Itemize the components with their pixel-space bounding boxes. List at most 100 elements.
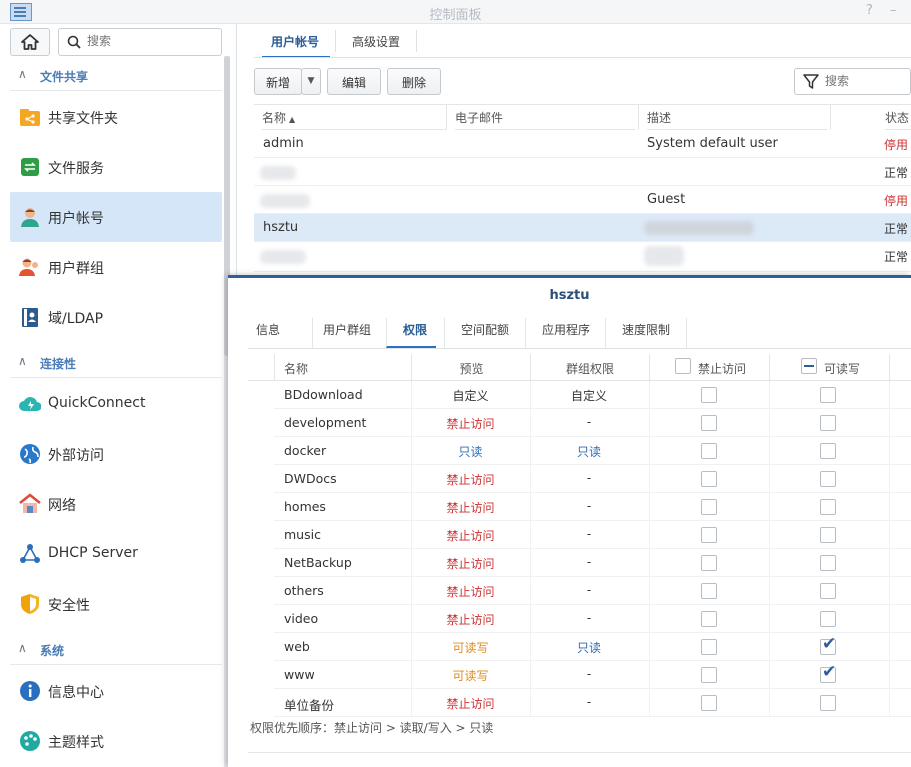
sidebar-item[interactable]: DHCP Server [10, 529, 222, 579]
sidebar-item[interactable]: QuickConnect [10, 379, 222, 429]
group-permission: 自定义 [570, 389, 607, 403]
read-write-checkbox[interactable] [820, 387, 836, 403]
preview-permission: 禁止访问 [446, 417, 495, 431]
tab-applications[interactable]: 应用程序 [525, 318, 597, 348]
help-button[interactable]: ? [866, 3, 873, 18]
deny-all-checkbox[interactable] [675, 358, 691, 374]
deny-checkbox[interactable] [701, 499, 717, 515]
table-row[interactable]: admin System default user 停用 [254, 130, 911, 158]
table-row[interactable]: 正常 [254, 242, 911, 272]
sidebar-search-box[interactable] [58, 28, 222, 56]
read-write-checkbox[interactable] [820, 583, 836, 599]
deny-checkbox[interactable] [701, 583, 717, 599]
permission-row[interactable]: www 可读写 - ✔ [274, 661, 911, 689]
column-header-share-name[interactable]: 名称 [284, 354, 404, 381]
column-header-read-write[interactable]: 可读写 [770, 354, 889, 381]
indeterminate-icon [804, 365, 814, 367]
tab-info[interactable]: 信息 [256, 318, 298, 348]
permission-row[interactable]: 单位备份 禁止访问 - [274, 689, 911, 717]
preview-permission: 自定义 [452, 389, 489, 403]
checkmark-icon: ✔ [822, 662, 837, 682]
deny-checkbox[interactable] [701, 527, 717, 543]
sidebar-item[interactable]: 外部访问 [10, 429, 222, 479]
tab-speed-limit[interactable]: 速度限制 [605, 318, 687, 348]
file-services-icon [21, 158, 39, 176]
permission-row[interactable]: docker 只读 只读 [274, 437, 911, 465]
group-permission: - [586, 471, 592, 485]
user-name: hsztu [263, 220, 299, 235]
quickconnect-icon [19, 397, 41, 411]
deny-checkbox[interactable] [701, 639, 717, 655]
permission-row[interactable]: development 禁止访问 - [274, 409, 911, 437]
table-row[interactable]: 正常 [254, 158, 911, 186]
read-write-checkbox[interactable]: ✔ [820, 663, 836, 683]
read-write-checkbox[interactable] [820, 695, 836, 711]
deny-checkbox[interactable] [701, 611, 717, 627]
read-write-checkbox[interactable] [820, 611, 836, 627]
column-header-group-permission[interactable]: 群组权限 [531, 354, 649, 381]
sidebar-item[interactable]: 主题样式 [10, 716, 222, 766]
edit-button[interactable]: 编辑 [327, 68, 381, 95]
read-write-checkbox[interactable] [820, 499, 836, 515]
sidebar-item[interactable]: 用户帐号 [10, 192, 222, 242]
add-button[interactable]: 新增 [254, 68, 302, 95]
permission-row[interactable]: video 禁止访问 - [274, 605, 911, 633]
permission-row[interactable]: others 禁止访问 - [274, 577, 911, 605]
sidebar-item[interactable]: 网络 [10, 479, 222, 529]
column-header-status[interactable]: 状态 [885, 104, 911, 130]
sidebar-section-header[interactable]: ∧ 连接性 [10, 348, 222, 378]
deny-checkbox[interactable] [701, 555, 717, 571]
add-dropdown-button[interactable]: ▼ [301, 68, 321, 95]
column-header-email[interactable]: 电子邮件 [455, 104, 635, 130]
permission-row[interactable]: homes 禁止访问 - [274, 493, 911, 521]
table-row-selected[interactable]: hsztu 正常 [254, 214, 911, 242]
sidebar-item[interactable]: 安全性 [10, 579, 222, 629]
sidebar-section-header[interactable]: ∧ 文件共享 [10, 61, 222, 91]
domain-icon [22, 308, 38, 327]
permission-row[interactable]: DWDocs 禁止访问 - [274, 465, 911, 493]
sidebar-item[interactable]: 域/LDAP [10, 292, 222, 342]
table-row[interactable]: Guest 停用 [254, 186, 911, 214]
preview-permission: 禁止访问 [446, 697, 495, 711]
column-header-description[interactable]: 描述 [647, 104, 827, 130]
sidebar-item[interactable]: 文件服务 [10, 142, 222, 192]
read-write-checkbox[interactable] [820, 471, 836, 487]
deny-checkbox[interactable] [701, 415, 717, 431]
sidebar-item[interactable]: 用户群组 [10, 242, 222, 292]
read-write-checkbox[interactable] [820, 527, 836, 543]
tab-advanced-settings[interactable]: 高级设置 [343, 28, 417, 58]
permission-row[interactable]: web 可读写 只读 ✔ [274, 633, 911, 661]
column-header-name[interactable]: 名称 ▲ [262, 104, 446, 130]
deny-checkbox[interactable] [701, 667, 717, 683]
minimize-button[interactable]: – [890, 3, 897, 18]
deny-checkbox[interactable] [701, 443, 717, 459]
read-write-checkbox[interactable]: ✔ [820, 635, 836, 655]
sidebar-item[interactable]: 信息中心 [10, 666, 222, 716]
permission-row[interactable]: NetBackup 禁止访问 - [274, 549, 911, 577]
column-header-preview[interactable]: 预览 [412, 354, 531, 381]
deny-checkbox[interactable] [701, 695, 717, 711]
deny-checkbox[interactable] [701, 387, 717, 403]
dhcp-icon [20, 544, 40, 563]
group-permission: 只读 [576, 445, 601, 459]
read-write-checkbox[interactable] [820, 443, 836, 459]
read-write-all-checkbox-partial[interactable] [801, 358, 817, 374]
deny-checkbox[interactable] [701, 471, 717, 487]
permission-row[interactable]: music 禁止访问 - [274, 521, 911, 549]
read-write-checkbox[interactable] [820, 415, 836, 431]
tab-quota[interactable]: 空间配额 [444, 318, 514, 348]
sidebar-item[interactable]: 共享文件夹 [10, 92, 222, 142]
read-write-checkbox[interactable] [820, 555, 836, 571]
preview-permission: 禁止访问 [446, 501, 495, 515]
user-filter-input[interactable] [825, 74, 905, 88]
column-header-deny[interactable]: 禁止访问 [650, 354, 769, 381]
tab-permissions[interactable]: 权限 [386, 318, 436, 348]
sidebar-search-input[interactable] [87, 34, 207, 48]
user-filter-box[interactable] [794, 68, 911, 95]
tab-user-accounts[interactable]: 用户帐号 [262, 28, 330, 58]
sidebar-section-header[interactable]: ∧ 系统 [10, 635, 222, 665]
home-button[interactable] [10, 28, 50, 56]
delete-button[interactable]: 删除 [387, 68, 441, 95]
permission-row[interactable]: BDdownload 自定义 自定义 [274, 381, 911, 409]
tab-user-group[interactable]: 用户群组 [312, 318, 378, 348]
